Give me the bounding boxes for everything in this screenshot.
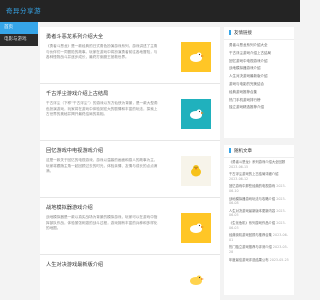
widget-title: 友情链接 <box>229 27 294 40</box>
friend-link[interactable]: 战地模拟器游戏介绍 <box>229 65 289 73</box>
top-bar: 奇异分享游 <box>0 0 300 22</box>
post-thumbnail[interactable] <box>181 265 211 295</box>
post-excerpt: 战地模拟器是一款以真实战场为背景的模拟游戏，玩家可以在游戏中指挥部队作战，体验紧… <box>46 215 158 231</box>
post-date: 2023-06-12 <box>229 176 249 181</box>
friend-link[interactable]: 游戏与电影的完美结合 <box>229 81 289 89</box>
friend-links-widget: 友情链接 勇者斗恶龙系列介绍大全 千古浮尘游戏介绍上古结局 回忆游戏中电视游戏介… <box>224 27 294 138</box>
nav-item-home[interactable]: 首页 <box>0 22 38 34</box>
recent-post-item[interactable]: 战地模拟器游戏玩法与攻略介绍 2023-06-08 <box>229 197 289 206</box>
recent-post-item[interactable]: 热门独立游戏推荐与评测介绍 2023-05-28 <box>229 245 289 254</box>
site-logo[interactable]: 奇异分享游 <box>6 5 41 15</box>
nav-menu: 首页 电影与游戏 <box>0 22 38 46</box>
post-thumbnail[interactable] <box>181 99 211 129</box>
post-title[interactable]: 人生对决游戏最新版介绍 <box>46 261 103 268</box>
friend-link[interactable]: 勇者斗恶龙系列介绍大全 <box>229 42 289 50</box>
recent-post-item[interactable]: 《勇者斗恶龙》系列游戏介绍大全回顾 2023-06-15 <box>229 160 289 169</box>
chick-icon <box>191 165 201 177</box>
post-excerpt: 《勇者斗恶龙》是一款经典的日式角色扮演游戏系列，游戏讲述了主角与伙伴们一同冒险的… <box>46 44 158 60</box>
post-thumbnail[interactable] <box>181 156 211 186</box>
friend-link[interactable]: 热门手机游戏排行榜 <box>229 97 289 105</box>
nav-item-movies-games[interactable]: 电影与游戏 <box>0 34 38 46</box>
friend-link[interactable]: 千古浮尘游戏介绍上古结局 <box>229 50 289 58</box>
recent-post-item[interactable]: 《生化危机》系列游戏作品介绍 2023-06-03 <box>229 221 289 230</box>
duck-icon <box>190 223 204 233</box>
recent-post-item[interactable]: 人生对决游戏最新版本更新内容 2023-06-05 <box>229 209 289 218</box>
friend-link[interactable]: 经典游戏推荐合集 <box>229 89 289 97</box>
post-card[interactable]: 人生对决游戏最新版介绍 <box>40 255 220 300</box>
post-title[interactable]: 战地模拟器游戏介绍 <box>46 204 93 211</box>
post-date: 2023-05-25 <box>269 257 289 262</box>
post-thumbnail[interactable] <box>181 42 211 72</box>
post-title[interactable]: 回忆游戏中电视游戏介绍 <box>46 147 103 154</box>
post-excerpt: 千古浮尘（下称“千古浮尘”）的游戏以东方仙侠为背景，是一款大型角色扮演游戏，玩家… <box>46 101 158 117</box>
friend-link[interactable]: 人生对决游戏最新版介绍 <box>229 73 289 81</box>
post-excerpt: 这是一款关于回忆的电视游戏，游戏以温馨的画面和感人的故事为主，玩家将跟随主角一起… <box>46 158 158 174</box>
recent-post-item[interactable]: 年度最佳游戏评选结果公布 2023-05-25 <box>229 258 289 263</box>
duck-icon <box>190 275 204 285</box>
post-thumbnail[interactable] <box>181 213 211 243</box>
post-card[interactable]: 回忆游戏中电视游戏介绍 这是一款关于回忆的电视游戏，游戏以温馨的画面和感人的故事… <box>40 141 220 198</box>
recent-post-item[interactable]: 回忆游戏中那些经典的电视游戏 2023-06-10 <box>229 184 289 193</box>
post-excerpt <box>46 272 158 300</box>
post-card[interactable]: 勇者斗恶龙系列介绍大全 《勇者斗恶龙》是一款经典的日式角色扮演游戏系列，游戏讲述… <box>40 27 220 84</box>
post-card[interactable]: 千古浮尘游戏介绍上古结局 千古浮尘（下称“千古浮尘”）的游戏以东方仙侠为背景，是… <box>40 84 220 141</box>
friend-link[interactable]: 回忆游戏中电视游戏介绍 <box>229 58 289 66</box>
recent-post-item[interactable]: 经典街机游戏回顾与推荐合集 2023-06-01 <box>229 233 289 242</box>
recent-post-item[interactable]: 千古浮尘游戏的上古结局详细介绍 2023-06-12 <box>229 172 289 181</box>
recent-posts-widget: 随机文章 《勇者斗恶龙》系列游戏介绍大全回顾 2023-06-15 千古浮尘游戏… <box>224 145 294 295</box>
post-date: 2023-06-15 <box>229 164 249 169</box>
post-title[interactable]: 千古浮尘游戏介绍上古结局 <box>46 90 108 97</box>
post-card[interactable]: 战地模拟器游戏介绍 战地模拟器是一款以真实战场为背景的模拟游戏，玩家可以在游戏中… <box>40 198 220 255</box>
widget-title: 随机文章 <box>229 145 294 158</box>
duck-icon <box>190 52 204 62</box>
friend-link[interactable]: 独立游戏精选推荐介绍 <box>229 104 289 112</box>
post-title[interactable]: 勇者斗恶龙系列介绍大全 <box>46 33 103 40</box>
duck-icon <box>190 109 204 119</box>
